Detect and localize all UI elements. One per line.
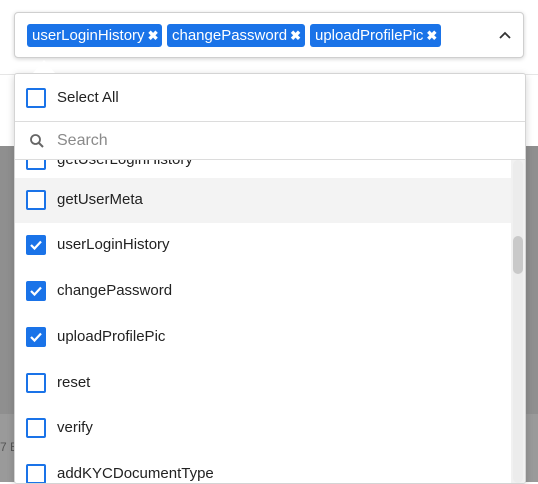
scrollbar[interactable] [511,160,525,483]
option-label: reset [57,374,91,391]
option-checkbox-checked[interactable] [26,235,46,255]
close-icon[interactable]: ✖ [290,28,301,43]
list-item[interactable]: changePassword [15,269,511,314]
option-label: changePassword [57,282,173,299]
dropdown-pointer [33,60,55,73]
list-item[interactable]: verify [15,406,511,451]
chip-label: userLoginHistory [32,27,145,44]
search-icon [30,134,44,148]
option-label: uploadProfilePic [57,328,166,345]
option-checkbox-checked[interactable] [26,327,46,347]
option-label: userLoginHistory [57,236,170,253]
scrollbar-track [513,160,523,483]
option-checkbox[interactable] [26,373,46,393]
option-checkbox[interactable] [26,190,46,210]
list-item[interactable]: reset [15,361,511,406]
check-icon [30,332,42,343]
selected-chip: userLoginHistory ✖ [27,24,163,47]
close-icon[interactable]: ✖ [148,28,159,43]
scrollbar-thumb[interactable] [513,236,523,274]
selected-chip: uploadProfilePic ✖ [310,24,442,47]
check-icon [30,286,42,297]
search-bar [15,121,525,160]
option-label: verify [57,419,93,436]
option-checkbox[interactable] [26,464,46,483]
chip-label: changePassword [172,27,288,44]
option-checkbox[interactable] [26,160,46,170]
option-label: addKYCDocumentType [57,465,214,482]
close-icon[interactable]: ✖ [426,28,437,43]
option-checkbox-checked[interactable] [26,281,46,301]
option-checkbox[interactable] [26,418,46,438]
list-item[interactable]: uploadProfilePic [15,315,511,360]
search-input[interactable] [55,127,509,155]
selected-chip: changePassword ✖ [167,24,305,47]
option-label: getUserMeta [57,191,143,208]
chip-label: uploadProfilePic [315,27,424,44]
chevron-up-icon[interactable] [497,27,513,43]
dropdown-panel: Select All getUserLoginHistory getUserMe… [14,73,526,484]
select-all-label: Select All [57,89,119,106]
list-item[interactable]: getUserMeta [15,178,511,223]
select-all-row[interactable]: Select All [15,74,525,122]
options-list[interactable]: getUserLoginHistory getUserMeta userLogi… [15,160,511,483]
select-all-checkbox[interactable] [26,88,46,108]
multiselect-control[interactable]: userLoginHistory ✖ changePassword ✖ upload… [14,12,524,58]
list-item[interactable]: addKYCDocumentType [15,452,511,483]
option-label: getUserLoginHistory [57,160,193,168]
list-item[interactable]: userLoginHistory [15,223,511,268]
check-icon [30,240,42,251]
